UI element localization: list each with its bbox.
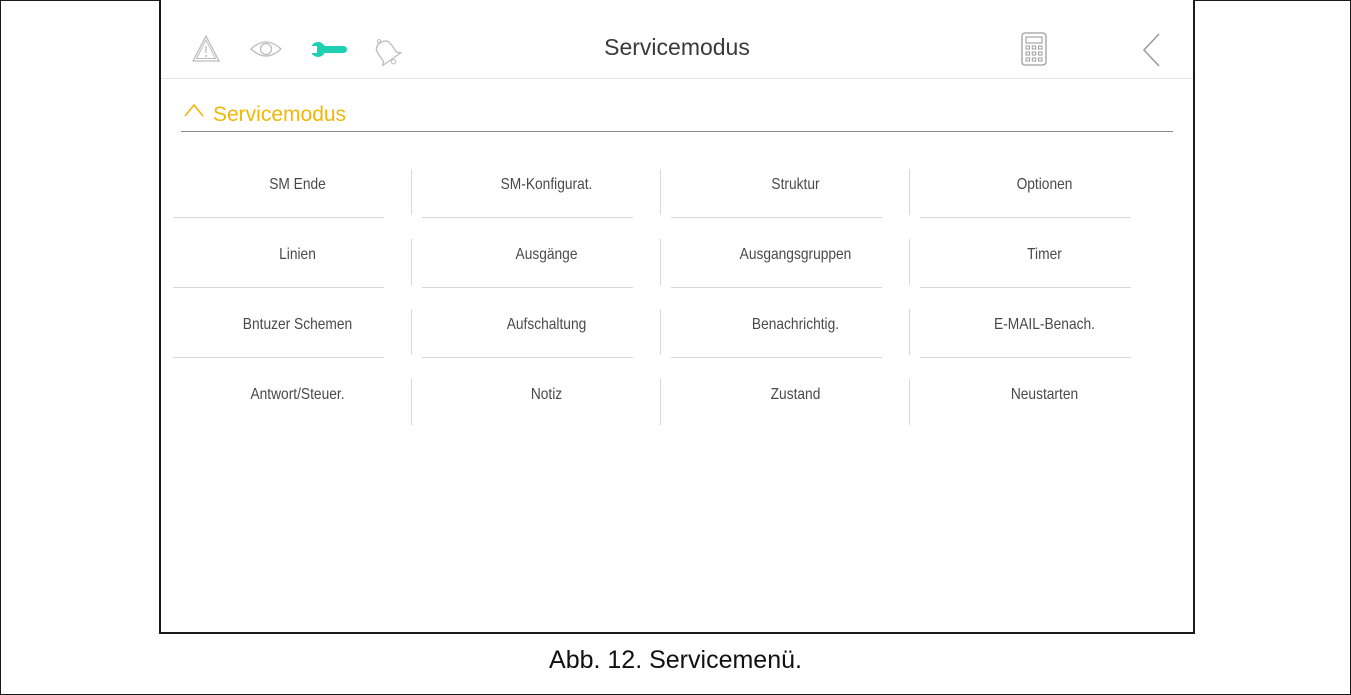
menu-item-zustand[interactable]: Zustand bbox=[671, 358, 920, 428]
back-chevron-left-icon[interactable] bbox=[1141, 32, 1163, 68]
service-menu-grid: SM Ende SM-Konfigurat. Struktur Optionen… bbox=[173, 148, 1169, 428]
menu-item-struktur[interactable]: Struktur bbox=[671, 148, 920, 218]
chevron-up-icon bbox=[184, 103, 204, 117]
menu-item-linien[interactable]: Linien bbox=[173, 218, 422, 288]
top-bar: Servicemodus bbox=[161, 0, 1193, 79]
menu-item-benutzer-schemen[interactable]: Bntuzer Schemen bbox=[173, 288, 422, 358]
menu-item-sm-ende[interactable]: SM Ende bbox=[173, 148, 422, 218]
menu-item-neustarten[interactable]: Neustarten bbox=[920, 358, 1169, 428]
menu-item-ausgaenge[interactable]: Ausgänge bbox=[422, 218, 671, 288]
menu-item-aufschaltung[interactable]: Aufschaltung bbox=[422, 288, 671, 358]
menu-item-benachrichtigung[interactable]: Benachrichtig. bbox=[671, 288, 920, 358]
menu-item-timer[interactable]: Timer bbox=[920, 218, 1169, 288]
section-header-servicemodus[interactable]: Servicemodus bbox=[181, 98, 1173, 132]
keypad-icon[interactable] bbox=[1021, 32, 1047, 66]
menu-item-ausgangsgruppen[interactable]: Ausgangsgruppen bbox=[671, 218, 920, 288]
menu-item-antwort-steuerung[interactable]: Antwort/Steuer. bbox=[173, 358, 422, 428]
menu-item-notiz[interactable]: Notiz bbox=[422, 358, 671, 428]
menu-item-email-benachrichtigung[interactable]: E-MAIL-Benach. bbox=[920, 288, 1169, 358]
figure-caption: Abb. 12. Servicemenü. bbox=[549, 646, 802, 674]
keypad-screen: Servicemodus Servicemodus SM Ende SM-Kon… bbox=[159, 0, 1195, 634]
section-title: Servicemodus bbox=[213, 103, 347, 126]
menu-item-sm-konfiguration[interactable]: SM-Konfigurat. bbox=[422, 148, 671, 218]
menu-item-optionen[interactable]: Optionen bbox=[920, 148, 1169, 218]
